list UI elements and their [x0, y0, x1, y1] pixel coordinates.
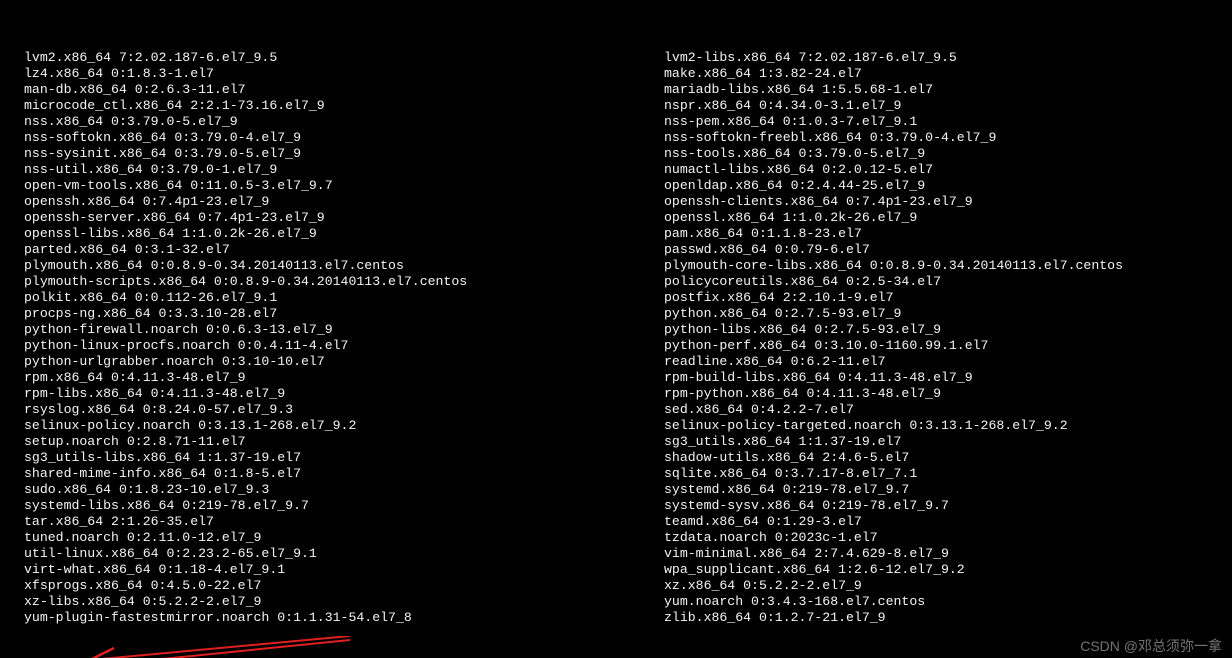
package-line: nss-util.x86_64 0:3.79.0-1.el7_9 — [8, 162, 648, 178]
package-column-right: lvm2-libs.x86_64 7:2.02.187-6.el7_9.5mak… — [648, 50, 1208, 626]
package-line: virt-what.x86_64 0:1.18-4.el7_9.1 — [8, 562, 648, 578]
package-line: mariadb-libs.x86_64 1:5.5.68-1.el7 — [648, 82, 1208, 98]
package-column-left: lvm2.x86_64 7:2.02.187-6.el7_9.5lz4.x86_… — [8, 50, 648, 626]
package-line: parted.x86_64 0:3.1-32.el7 — [8, 242, 648, 258]
package-line: wpa_supplicant.x86_64 1:2.6-12.el7_9.2 — [648, 562, 1208, 578]
package-line: readline.x86_64 0:6.2-11.el7 — [648, 354, 1208, 370]
package-line: procps-ng.x86_64 0:3.3.10-28.el7 — [8, 306, 648, 322]
package-line: postfix.x86_64 2:2.10.1-9.el7 — [648, 290, 1208, 306]
package-line: nss-sysinit.x86_64 0:3.79.0-5.el7_9 — [8, 146, 648, 162]
package-line: sg3_utils-libs.x86_64 1:1.37-19.el7 — [8, 450, 648, 466]
package-line: xz-libs.x86_64 0:5.2.2-2.el7_9 — [8, 594, 648, 610]
package-line: tzdata.noarch 0:2023c-1.el7 — [648, 530, 1208, 546]
package-line: sed.x86_64 0:4.2.2-7.el7 — [648, 402, 1208, 418]
updated-packages: lvm2.x86_64 7:2.02.187-6.el7_9.5lz4.x86_… — [8, 50, 1230, 626]
package-line: rsyslog.x86_64 0:8.24.0-57.el7_9.3 — [8, 402, 648, 418]
package-line: nspr.x86_64 0:4.34.0-3.1.el7_9 — [648, 98, 1208, 114]
package-line: openssh-server.x86_64 0:7.4p1-23.el7_9 — [8, 210, 648, 226]
package-line: policycoreutils.x86_64 0:2.5-34.el7 — [648, 274, 1208, 290]
package-line: man-db.x86_64 0:2.6.3-11.el7 — [8, 82, 648, 98]
package-line: numactl-libs.x86_64 0:2.0.12-5.el7 — [648, 162, 1208, 178]
package-line: open-vm-tools.x86_64 0:11.0.5-3.el7_9.7 — [8, 178, 648, 194]
package-line: shared-mime-info.x86_64 0:1.8-5.el7 — [8, 466, 648, 482]
package-line: openssh-clients.x86_64 0:7.4p1-23.el7_9 — [648, 194, 1208, 210]
package-line: python-libs.x86_64 0:2.7.5-93.el7_9 — [648, 322, 1208, 338]
package-line: shadow-utils.x86_64 2:4.6-5.el7 — [648, 450, 1208, 466]
package-line: rpm.x86_64 0:4.11.3-48.el7_9 — [8, 370, 648, 386]
package-line: xfsprogs.x86_64 0:4.5.0-22.el7 — [8, 578, 648, 594]
terminal-output: lvm2.x86_64 7:2.02.187-6.el7_9.5lz4.x86_… — [0, 0, 1232, 658]
package-line: polkit.x86_64 0:0.112-26.el7_9.1 — [8, 290, 648, 306]
package-line: python-firewall.noarch 0:0.6.3-13.el7_9 — [8, 322, 648, 338]
package-line: openssl.x86_64 1:1.0.2k-26.el7_9 — [648, 210, 1208, 226]
package-line: systemd-libs.x86_64 0:219-78.el7_9.7 — [8, 498, 648, 514]
package-line: yum-plugin-fastestmirror.noarch 0:1.1.31… — [8, 610, 648, 626]
package-line: tuned.noarch 0:2.11.0-12.el7_9 — [8, 530, 648, 546]
package-line: systemd.x86_64 0:219-78.el7_9.7 — [648, 482, 1208, 498]
package-line: nss-softokn.x86_64 0:3.79.0-4.el7_9 — [8, 130, 648, 146]
package-line: vim-minimal.x86_64 2:7.4.629-8.el7_9 — [648, 546, 1208, 562]
package-line: nss-pem.x86_64 0:1.0.3-7.el7_9.1 — [648, 114, 1208, 130]
package-line: nss-softokn-freebl.x86_64 0:3.79.0-4.el7… — [648, 130, 1208, 146]
package-line: systemd-sysv.x86_64 0:219-78.el7_9.7 — [648, 498, 1208, 514]
package-line: sqlite.x86_64 0:3.7.17-8.el7_7.1 — [648, 466, 1208, 482]
package-line: selinux-policy.noarch 0:3.13.1-268.el7_9… — [8, 418, 648, 434]
package-line: lvm2-libs.x86_64 7:2.02.187-6.el7_9.5 — [648, 50, 1208, 66]
package-line: plymouth-core-libs.x86_64 0:0.8.9-0.34.2… — [648, 258, 1208, 274]
package-line: xz.x86_64 0:5.2.2-2.el7_9 — [648, 578, 1208, 594]
package-line: make.x86_64 1:3.82-24.el7 — [648, 66, 1208, 82]
package-line: rpm-python.x86_64 0:4.11.3-48.el7_9 — [648, 386, 1208, 402]
package-line: nss-tools.x86_64 0:3.79.0-5.el7_9 — [648, 146, 1208, 162]
package-line: zlib.x86_64 0:1.2.7-21.el7_9 — [648, 610, 1208, 626]
package-line: teamd.x86_64 0:1.29-3.el7 — [648, 514, 1208, 530]
package-line: lvm2.x86_64 7:2.02.187-6.el7_9.5 — [8, 50, 648, 66]
package-line: sg3_utils.x86_64 1:1.37-19.el7 — [648, 434, 1208, 450]
package-line: openldap.x86_64 0:2.4.44-25.el7_9 — [648, 178, 1208, 194]
package-line: plymouth-scripts.x86_64 0:0.8.9-0.34.201… — [8, 274, 648, 290]
package-line: python.x86_64 0:2.7.5-93.el7_9 — [648, 306, 1208, 322]
package-line: lz4.x86_64 0:1.8.3-1.el7 — [8, 66, 648, 82]
package-line: pam.x86_64 0:1.1.8-23.el7 — [648, 226, 1208, 242]
package-line: tar.x86_64 2:1.26-35.el7 — [8, 514, 648, 530]
package-line: python-urlgrabber.noarch 0:3.10-10.el7 — [8, 354, 648, 370]
package-line: sudo.x86_64 0:1.8.23-10.el7_9.3 — [8, 482, 648, 498]
package-line: python-linux-procfs.noarch 0:0.4.11-4.el… — [8, 338, 648, 354]
package-line: openssh.x86_64 0:7.4p1-23.el7_9 — [8, 194, 648, 210]
package-line: python-perf.x86_64 0:3.10.0-1160.99.1.el… — [648, 338, 1208, 354]
package-line: openssl-libs.x86_64 1:1.0.2k-26.el7_9 — [8, 226, 648, 242]
package-line: microcode_ctl.x86_64 2:2.1-73.16.el7_9 — [8, 98, 648, 114]
package-line: rpm-libs.x86_64 0:4.11.3-48.el7_9 — [8, 386, 648, 402]
package-line: rpm-build-libs.x86_64 0:4.11.3-48.el7_9 — [648, 370, 1208, 386]
package-line: yum.noarch 0:3.4.3-168.el7.centos — [648, 594, 1208, 610]
package-line: passwd.x86_64 0:0.79-6.el7 — [648, 242, 1208, 258]
package-line: selinux-policy-targeted.noarch 0:3.13.1-… — [648, 418, 1208, 434]
package-line: util-linux.x86_64 0:2.23.2-65.el7_9.1 — [8, 546, 648, 562]
package-line: plymouth.x86_64 0:0.8.9-0.34.20140113.el… — [8, 258, 648, 274]
package-line: setup.noarch 0:2.8.71-11.el7 — [8, 434, 648, 450]
watermark-text: CSDN @邓总须弥一拿 — [1080, 638, 1222, 654]
package-line: nss.x86_64 0:3.79.0-5.el7_9 — [8, 114, 648, 130]
